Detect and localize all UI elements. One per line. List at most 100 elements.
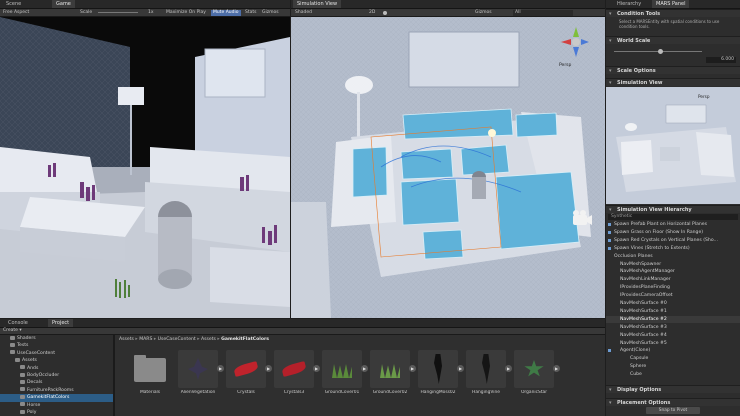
breadcrumb-item[interactable]: Assets (201, 337, 216, 342)
hierarchy-item[interactable]: Cube (606, 371, 740, 378)
breadcrumb-item[interactable]: Assets (119, 337, 134, 342)
hierarchy-item[interactable]: NavMeshSurface #5 (606, 340, 740, 347)
create-dropdown[interactable]: Create ▾ (3, 328, 22, 334)
scale-options-header[interactable]: Scale Options (606, 66, 740, 75)
tab-game[interactable]: Game (52, 0, 75, 8)
tab-mars-panel[interactable]: MARS Panel (652, 0, 690, 8)
breadcrumb-item[interactable]: MARS (139, 337, 152, 342)
placement-options-header[interactable]: Placement Options (606, 398, 740, 407)
grass-thumbnail-icon (322, 350, 362, 388)
sim-search-filter[interactable]: All (513, 10, 573, 16)
light-toggle-icon[interactable] (383, 11, 387, 15)
asset-label: OrganicStar (520, 390, 548, 395)
hierarchy-item[interactable]: Spawn Prefab Plant on Horizontal Planes (606, 221, 740, 228)
project-folder-item[interactable]: GamekitFlatColors (0, 394, 113, 402)
asset-tile[interactable]: ▶ GroundCover01 (322, 350, 368, 395)
project-folder-label: BodyOccluder (27, 373, 60, 378)
world-scale-value[interactable]: 6.000 (706, 57, 736, 63)
scale-value: 1x (148, 10, 154, 15)
hierarchy-item[interactable]: NavMeshSurface #0 (606, 300, 740, 307)
asset-tile[interactable]: ▶ Crystals (226, 350, 272, 395)
crystal-thumbnail-icon (274, 350, 314, 388)
expand-asset-icon[interactable]: ▶ (361, 365, 368, 372)
project-folder-item[interactable]: Tests (0, 342, 113, 349)
expand-asset-icon[interactable]: ▶ (265, 365, 272, 372)
asset-tile[interactable]: ▶ HangingMoss02 (418, 350, 464, 395)
mute-audio-button[interactable]: Mute Audio (211, 10, 241, 16)
tab-hierarchy[interactable]: Hierarchy (613, 0, 645, 8)
expand-asset-icon[interactable]: ▶ (457, 365, 464, 372)
tab-simulation-view[interactable]: Simulation View (293, 0, 342, 8)
world-scale-header[interactable]: World Scale (606, 36, 740, 45)
project-folder-item[interactable]: FurniturePackRooms (0, 387, 113, 394)
sim-persp-label[interactable]: Persp (559, 63, 571, 68)
expand-asset-icon[interactable]: ▶ (553, 365, 560, 372)
object-icon (608, 238, 611, 242)
simulation-viewport[interactable]: Persp (291, 17, 605, 318)
asset-tile[interactable]: ▶ AlienVegetation (178, 350, 224, 395)
aspect-dropdown[interactable]: Free Aspect (3, 10, 29, 16)
asset-tile[interactable]: Materials (130, 350, 174, 395)
hierarchy-item[interactable]: NavMeshSpawner (606, 261, 740, 268)
sim-hierarchy-search[interactable]: Synthetic (608, 214, 738, 220)
hierarchy-item[interactable]: NavMeshSurface #2 (606, 315, 740, 324)
expand-asset-icon[interactable]: ▶ (409, 365, 416, 372)
project-folder-item[interactable]: Poly (0, 409, 113, 416)
folder-icon (20, 387, 25, 392)
breadcrumb-item[interactable]: UseCaseContent (158, 337, 196, 342)
sim-gizmos-button[interactable]: Gizmos (475, 10, 492, 16)
hierarchy-item[interactable]: IProvidesCameraOffset (606, 292, 740, 299)
hierarchy-item[interactable]: NavMeshAgentManager (606, 268, 740, 275)
sim-hierarchy-header[interactable]: Simulation View Hierarchy (606, 205, 740, 214)
display-options-header[interactable]: Display Options (606, 385, 740, 394)
project-folder-item[interactable]: BodyOccluder (0, 372, 113, 379)
hierarchy-item[interactable]: NavMeshSurface #4 (606, 332, 740, 339)
hierarchy-item[interactable]: Capsule (606, 355, 740, 362)
tab-console[interactable]: Console (4, 319, 32, 327)
snap-to-pivot-button[interactable]: Snap to Pivot (646, 407, 700, 414)
hierarchy-item[interactable]: IProvidesPlaneFinding (606, 284, 740, 291)
condition-tools-header[interactable]: Condition Tools (606, 9, 740, 18)
hierarchy-item[interactable]: NavMeshSurface #3 (606, 324, 740, 331)
hierarchy-item[interactable]: Sphere (606, 363, 740, 370)
world-scale-slider[interactable] (614, 49, 702, 54)
project-folder-item[interactable]: Ands (0, 365, 113, 372)
hierarchy-item[interactable]: NavMeshSurface #1 (606, 308, 740, 315)
project-folder-item[interactable]: Shaders (0, 335, 113, 342)
asset-tile[interactable]: ▶ Crystals3 (274, 350, 320, 395)
project-folder-item[interactable]: Assets (0, 357, 113, 364)
object-icon (608, 230, 611, 234)
hierarchy-item[interactable]: Spawn Vines (Stretch to Extents) (606, 245, 740, 252)
project-toolbar: Create ▾ (0, 328, 605, 335)
breadcrumb-item[interactable]: GamekitFlatColors (221, 337, 269, 342)
project-folder-item[interactable]: Horse (0, 402, 113, 409)
asset-tile[interactable]: ▶ OrganicStar (514, 350, 560, 395)
tab-project[interactable]: Project (48, 319, 74, 327)
asset-tile[interactable]: ▶ GroundCover02 (370, 350, 416, 395)
expand-asset-icon[interactable]: ▶ (505, 365, 512, 372)
2d-toggle[interactable]: 2D (369, 10, 375, 16)
asset-label: GroundCover02 (372, 390, 408, 395)
hierarchy-item[interactable]: Agent(Clone) (606, 347, 740, 354)
hierarchy-item[interactable]: Spawn Grass on Floor (Show In Range) (606, 229, 740, 236)
project-folder-item[interactable]: UseCaseContent (0, 350, 113, 357)
asset-tile[interactable]: ▶ HangingVine (466, 350, 512, 395)
hierarchy-item[interactable]: NavMeshLinkManager (606, 276, 740, 283)
game-viewport[interactable] (0, 17, 290, 318)
expand-asset-icon[interactable]: ▶ (217, 365, 224, 372)
shading-mode-dropdown[interactable]: Shaded (295, 10, 312, 16)
project-folder-label: Decals (27, 380, 43, 386)
scale-slider[interactable] (98, 12, 138, 13)
tab-scene[interactable]: Scene (2, 0, 25, 8)
expand-asset-icon[interactable]: ▶ (313, 365, 320, 372)
gizmos-button[interactable]: Gizmos (262, 10, 279, 16)
maximize-on-play-button[interactable]: Maximize On Play (166, 10, 206, 16)
hierarchy-item[interactable]: Spawn Red Crystals on Vertical Planes (S… (606, 237, 740, 244)
preview-persp-label[interactable]: Persp (698, 94, 710, 99)
simulation-view-header[interactable]: Simulation View (606, 78, 740, 87)
simulation-preview[interactable]: Persp (606, 87, 740, 204)
stats-button[interactable]: Stats (245, 10, 257, 16)
hierarchy-item[interactable]: Occlusion Planes (606, 253, 740, 260)
project-folder-item[interactable]: Decals (0, 379, 113, 386)
inspector-tab-bar: Hierarchy MARS Panel (606, 0, 740, 9)
